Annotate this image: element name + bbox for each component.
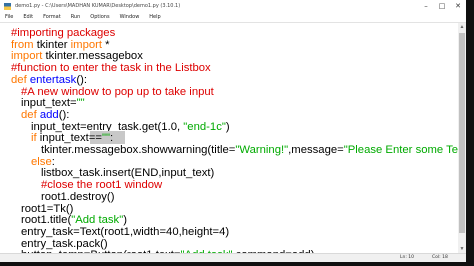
menu-help[interactable]: Help	[144, 14, 165, 20]
window-title: demo1.py - C:\Users\MADHAN KUMAR\Desktop…	[15, 3, 181, 9]
menu-options[interactable]: Options	[85, 14, 114, 20]
code-token-keyword: if	[31, 132, 37, 145]
vertical-scrollbar[interactable]: ▲ ▼	[458, 23, 466, 253]
code-line: tkinter.messagebox.showwarning(title="Wa…	[41, 143, 458, 157]
code-token-plain: tkinter.messagebox.showwarning(title=	[41, 144, 236, 156]
status-line: Ln: 10	[400, 255, 415, 260]
menu-file[interactable]: File	[0, 14, 18, 20]
menu-format[interactable]: Format	[38, 14, 66, 20]
title-bar[interactable]: demo1.py - C:\Users\MADHAN KUMAR\Desktop…	[0, 0, 466, 12]
scroll-up-icon[interactable]: ▲	[458, 23, 466, 31]
status-col: Col: 18	[432, 255, 448, 260]
menu-edit[interactable]: Edit	[18, 14, 38, 20]
code-editor[interactable]: #importing packages from tkinter import *…	[0, 23, 458, 253]
idle-editor-window: demo1.py - C:\Users\MADHAN KUMAR\Desktop…	[0, 0, 466, 262]
menu-window[interactable]: Window	[115, 14, 145, 20]
code-token-string: "Please Enter some Text"	[343, 144, 458, 156]
menu-bar: File Edit Format Run Options Window Help	[0, 12, 466, 23]
code-token-plain: )	[225, 120, 230, 133]
minimize-icon[interactable]: –	[418, 0, 434, 12]
scroll-down-icon[interactable]: ▼	[458, 245, 466, 253]
code-token-plain: ,message=	[288, 144, 344, 156]
menu-run[interactable]: Run	[66, 14, 86, 20]
status-bar: Ln: 10 Col: 18	[0, 253, 466, 262]
python-file-icon	[3, 2, 11, 10]
maximize-icon[interactable]: □	[434, 0, 450, 12]
scroll-thumb[interactable]	[459, 33, 465, 233]
code-token-string: "Warning!"	[235, 144, 289, 156]
close-icon[interactable]: ✕	[450, 0, 466, 12]
code-token-string: "end-1c"	[183, 120, 226, 133]
code-token-string: ""	[76, 97, 85, 110]
